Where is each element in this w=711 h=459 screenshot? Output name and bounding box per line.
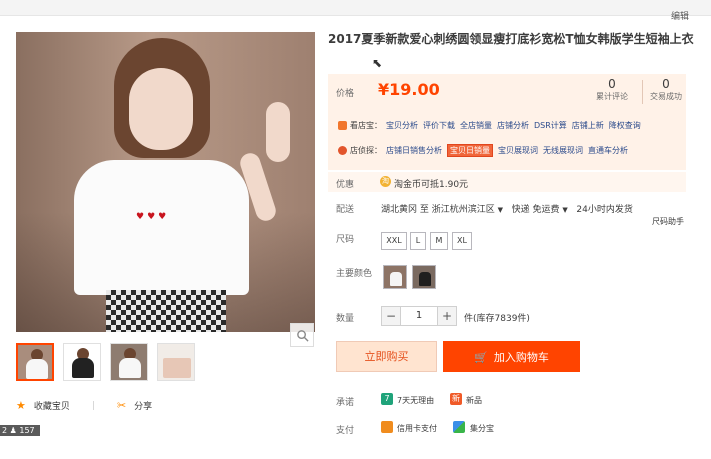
- promo-link[interactable]: 宝贝展现词: [498, 145, 538, 156]
- mouse-pointer-icon: ⬉: [372, 56, 383, 70]
- promo-link[interactable]: 店铺日销售分析: [386, 145, 442, 156]
- payment-label: 支付: [336, 426, 355, 436]
- model-shirt: [74, 160, 249, 295]
- model-hand: [266, 102, 290, 162]
- thumbnail-strip: [16, 343, 195, 381]
- ship-promise: 24小时内发货: [576, 205, 633, 215]
- main-product-image[interactable]: ♥♥♥: [16, 32, 315, 332]
- seven-day-return-icon: 7: [381, 393, 393, 405]
- top-strip: [0, 0, 711, 16]
- size-helper-link[interactable]: 尺码助手: [652, 216, 684, 227]
- quantity-decrement-button[interactable]: −: [381, 306, 401, 326]
- dianzhentan-icon: [338, 146, 347, 155]
- promo-row-dianzhentan: 店侦探： 店铺日销售分析 宝贝日销量 宝贝展现词 无线展现词 直通车分析: [338, 144, 633, 157]
- shipping-label: 配送: [336, 205, 355, 215]
- add-to-cart-label: 加入购物车: [493, 351, 549, 364]
- stock-text: 件(库存7839件): [464, 314, 530, 324]
- price-label: 价格: [336, 89, 355, 99]
- gallery-pane: ♥♥♥ ★ 收藏宝贝 | ✂ 分享: [0, 16, 320, 459]
- cart-icon: 🛒: [474, 351, 488, 364]
- add-to-cart-button[interactable]: 🛒 加入购物车: [443, 341, 580, 372]
- coupon-text: 淘金币可抵1.90元: [394, 180, 469, 190]
- size-option-m[interactable]: M: [430, 232, 448, 250]
- color-option-white[interactable]: [383, 265, 407, 289]
- ship-to-selector[interactable]: 浙江杭州滨江区: [432, 205, 495, 215]
- promo-row-kandianbao: 看店宝： 宝贝分析 评价下载 全店销量 店铺分析 DSR计算 店铺上新 降权查询: [338, 120, 646, 131]
- price-panel: 价格 ¥19.00 0 累计评论 0 交易成功 看店宝： 宝贝分析 评价下载 全…: [328, 74, 686, 170]
- thumbnail-2[interactable]: [63, 343, 101, 381]
- jifenbao-icon: [453, 421, 465, 433]
- stats-divider: [642, 80, 643, 104]
- quantity-input[interactable]: 1: [401, 306, 437, 326]
- shipping-info: 湖北黄冈 至 浙江杭州滨江区 ▼ 快递 免运费 ▼ 24小时内发货: [381, 202, 633, 215]
- quantity-label: 数量: [336, 314, 355, 324]
- product-title: 2017夏季新款爱心刺绣圆领显瘦打底衫宽松T恤女韩版学生短袖上衣: [328, 32, 694, 46]
- new-product-icon: 新: [450, 393, 462, 405]
- sales-count: 0 交易成功: [650, 77, 682, 101]
- chevron-down-icon[interactable]: ▼: [562, 206, 567, 214]
- model-skirt: [106, 290, 226, 332]
- promo-link[interactable]: 全店销量: [460, 120, 492, 131]
- thumbnail-3[interactable]: [110, 343, 148, 381]
- color-label: 主要颜色: [336, 269, 373, 279]
- promo-link[interactable]: 宝贝分析: [386, 120, 418, 131]
- promo-link[interactable]: 店铺上新: [572, 120, 604, 131]
- buy-now-button[interactable]: 立即购买: [336, 341, 437, 372]
- promo-link[interactable]: 降权查询: [609, 120, 641, 131]
- seven-day-return-text[interactable]: 7天无理由: [397, 395, 434, 406]
- thumbnail-1[interactable]: [16, 343, 54, 381]
- magnifier-icon: [296, 329, 309, 342]
- shirt-hearts: ♥♥♥: [136, 212, 170, 222]
- promo-link[interactable]: 无线展现词: [543, 145, 583, 156]
- share-link[interactable]: 分享: [134, 399, 152, 412]
- size-option-l[interactable]: L: [410, 232, 426, 250]
- edit-link[interactable]: 编辑: [671, 9, 689, 22]
- product-actions: ★ 收藏宝贝 | ✂ 分享: [16, 399, 152, 412]
- quantity-increment-button[interactable]: +: [437, 306, 457, 326]
- promo-link[interactable]: DSR计算: [534, 120, 567, 131]
- new-product-text[interactable]: 新品: [466, 395, 482, 406]
- price-value: ¥19.00: [378, 80, 440, 99]
- chevron-down-icon[interactable]: ▼: [498, 206, 503, 214]
- ship-from: 湖北黄冈: [381, 205, 418, 215]
- taobao-coin-icon: 淘: [380, 176, 391, 187]
- thumbnail-4[interactable]: [157, 343, 195, 381]
- model-face: [129, 68, 193, 150]
- viewer-counter-badge: 2 ♟ 157: [0, 425, 40, 436]
- review-count[interactable]: 0 累计评论: [586, 77, 638, 103]
- size-option-xxl[interactable]: XXL: [381, 232, 407, 250]
- zoom-button[interactable]: [290, 323, 314, 347]
- favorite-link[interactable]: 收藏宝贝: [34, 399, 70, 412]
- promo-link[interactable]: 评价下载: [423, 120, 455, 131]
- credit-card-icon: [381, 421, 393, 433]
- share-icon: ✂: [116, 399, 127, 412]
- star-icon: ★: [16, 399, 26, 412]
- size-option-xl[interactable]: XL: [452, 232, 472, 250]
- promo-link-highlighted[interactable]: 宝贝日销量: [447, 144, 493, 157]
- color-option-black[interactable]: [412, 265, 436, 289]
- promo-link[interactable]: 直通车分析: [588, 145, 628, 156]
- ship-method-selector[interactable]: 快递 免运费: [512, 205, 560, 215]
- coupon-label: 优惠: [336, 180, 355, 190]
- promise-label: 承诺: [336, 398, 355, 408]
- credit-card-text[interactable]: 信用卡支付: [397, 423, 437, 434]
- kandianbao-icon: [338, 121, 347, 130]
- jifenbao-text[interactable]: 集分宝: [470, 423, 494, 434]
- coupon-row: 优惠 淘 淘金币可抵1.90元: [328, 172, 686, 192]
- promo-link[interactable]: 店铺分析: [497, 120, 529, 131]
- size-label: 尺码: [336, 235, 355, 245]
- actions-divider: |: [91, 400, 95, 411]
- ship-to-prefix: 至: [419, 205, 429, 215]
